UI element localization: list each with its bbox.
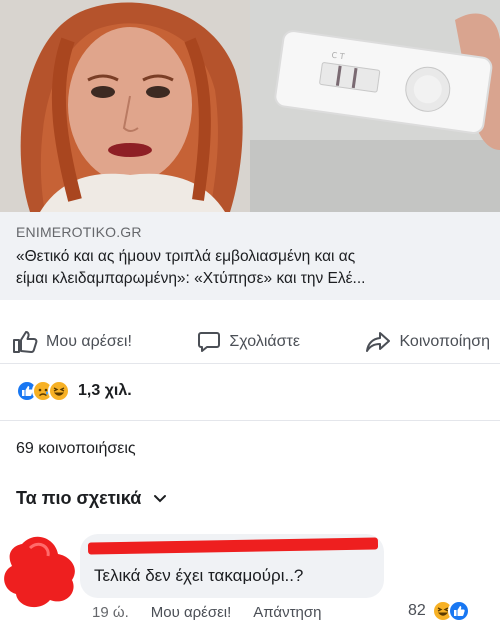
link-title[interactable]: «Θετικό και ας ήμουν τριπλά εμβολιασμένη… xyxy=(16,246,486,290)
comment-bubble[interactable]: Τελικά δεν έχει τακαμούρι..? xyxy=(80,534,384,598)
thumbs-up-icon xyxy=(12,330,38,354)
post-action-bar: Μου αρέσει! Σχολιάστε Κοινοποίηση xyxy=(0,320,500,364)
comment-button[interactable]: Σχολιάστε xyxy=(197,330,300,354)
avatar[interactable] xyxy=(0,528,82,610)
speech-bubble-icon xyxy=(197,330,221,354)
woman-photo xyxy=(0,0,250,212)
comment-sort-dropdown[interactable]: Τα πιο σχετικά xyxy=(16,488,167,509)
link-title-line-1: «Θετικό και ας ήμουν τριπλά εμβολιασμένη… xyxy=(16,248,356,265)
share-arrow-icon xyxy=(365,331,391,353)
comment-meta: 19 ώ. Μου αρέσει! Απάντηση xyxy=(92,604,321,621)
redacted-name xyxy=(87,537,379,555)
haha-icon xyxy=(48,380,70,402)
section-divider xyxy=(0,420,500,421)
comment-like-button[interactable]: Μου αρέσει! xyxy=(151,604,232,621)
like-label: Μου αρέσει! xyxy=(46,332,132,350)
link-preview-box[interactable]: ENIMEROTIKO.GR «Θετικό και ας ήμουν τριπ… xyxy=(0,212,500,300)
chevron-down-icon xyxy=(153,488,167,509)
like-button[interactable]: Μου αρέσει! xyxy=(12,330,132,354)
comment-text: Τελικά δεν έχει τακαμούρι..? xyxy=(94,566,304,585)
like-icon xyxy=(447,600,470,622)
comment-reaction-count: 82 xyxy=(408,602,426,619)
link-title-line-2: είμαι κλειδαμπαρωμένη»: «Χτύπησε» και τη… xyxy=(16,270,366,287)
reaction-summary[interactable]: 1,3 χιλ. xyxy=(16,380,132,402)
link-preview-image[interactable]: C T xyxy=(0,0,500,212)
shares-count[interactable]: 69 κοινοποιήσεις xyxy=(16,440,136,458)
comment-reply-button[interactable]: Απάντηση xyxy=(253,604,321,621)
share-label: Κοινοποίηση xyxy=(399,332,490,350)
share-button[interactable]: Κοινοποίηση xyxy=(365,331,490,353)
sort-label: Τα πιο σχετικά xyxy=(16,488,142,508)
comment-reactions[interactable]: 82 xyxy=(408,600,470,622)
test-kit-photo: C T xyxy=(250,0,500,212)
link-domain: ENIMEROTIKO.GR xyxy=(16,224,142,240)
reaction-icons xyxy=(16,380,70,402)
reaction-count: 1,3 χιλ. xyxy=(78,382,132,399)
comment-time[interactable]: 19 ώ. xyxy=(92,604,129,621)
svg-text:C T: C T xyxy=(331,51,345,62)
comment-label: Σχολιάστε xyxy=(229,332,300,350)
